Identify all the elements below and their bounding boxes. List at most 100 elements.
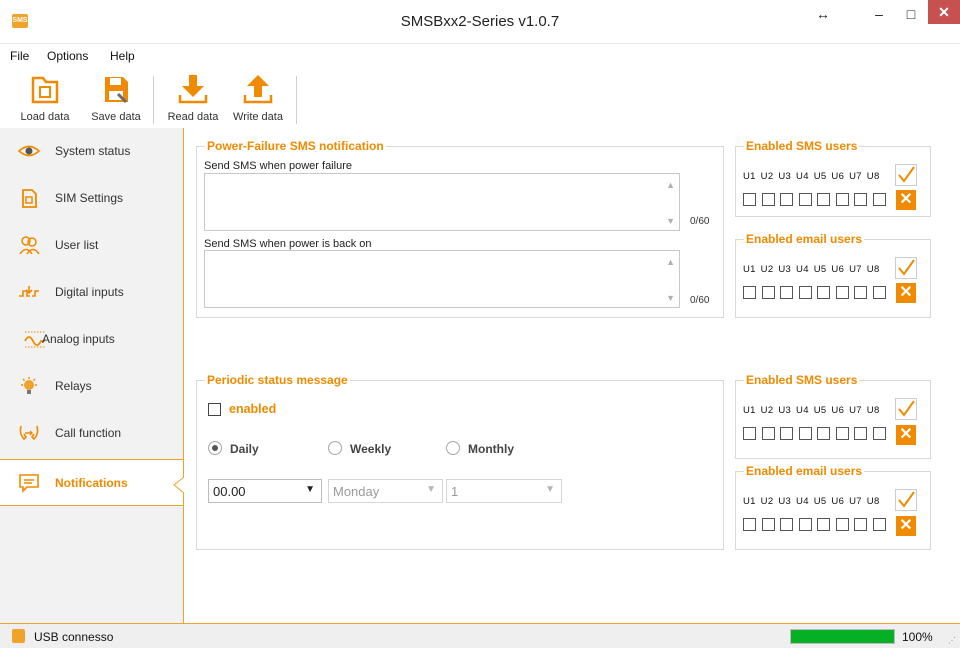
menu-file[interactable]: File [10, 49, 29, 63]
user-checkbox-u7[interactable] [854, 518, 867, 531]
power-back-label: Send SMS when power is back on [204, 238, 372, 250]
user-checkbox-u8[interactable] [872, 193, 886, 206]
user-checkbox-u7[interactable] [854, 427, 867, 440]
time-select[interactable]: 00.00 ▼ [208, 479, 322, 503]
weekday-select-value: Monday [333, 484, 380, 499]
user-checkbox-u3[interactable] [780, 286, 793, 299]
notifications-panel: Power-Failure SMS notification Send SMS … [184, 128, 960, 623]
weekday-select[interactable]: Monday ▼ [328, 479, 443, 503]
menu-bar: File Options Help [0, 44, 960, 68]
clear-all-x-icon[interactable]: ✕ [896, 190, 916, 210]
user-checkbox-u8[interactable] [872, 518, 886, 531]
user-checkbox-u1[interactable] [743, 518, 756, 531]
sidebar-item-sim-settings[interactable]: SIM Settings [0, 175, 183, 222]
user-checkbox-u6[interactable] [835, 427, 849, 440]
select-all-check-icon[interactable] [895, 257, 917, 279]
user-checkbox-u3[interactable] [780, 427, 793, 440]
user-checkbox-u5[interactable] [817, 286, 830, 299]
user-checkbox-u5[interactable] [817, 518, 830, 531]
clear-all-x-icon[interactable]: ✕ [896, 283, 916, 303]
scroll-down-icon[interactable]: ▼ [666, 216, 675, 226]
select-all-check-icon[interactable] [895, 398, 917, 420]
menu-help[interactable]: Help [110, 49, 135, 63]
user-checkbox-u7[interactable] [854, 193, 867, 206]
user-checkbox-u5[interactable] [817, 193, 830, 206]
user-checkbox-u6[interactable] [835, 286, 849, 299]
read-data-label: Read data [167, 111, 219, 123]
user-checkbox-u1[interactable] [743, 193, 756, 206]
connection-status: USB connesso [34, 630, 114, 644]
user-checkbox-u3[interactable] [780, 193, 793, 206]
progress-percent: 100% [902, 630, 933, 644]
maximize-button[interactable]: □ [896, 0, 926, 30]
power-back-message-input[interactable]: ▲ ▼ [204, 250, 680, 308]
power-sms-user-checkboxes [743, 193, 903, 209]
user-columns-header: U1 U2 U3 U4 U5 U6 U7 U8 [743, 171, 880, 182]
sidebar-item-relays[interactable]: Relays [0, 363, 183, 410]
scroll-up-icon[interactable]: ▲ [666, 180, 675, 190]
resize-button[interactable]: ↔ [806, 0, 840, 30]
sidebar-item-notifications[interactable]: Notifications [0, 459, 184, 506]
power-back-textarea[interactable] [205, 251, 679, 307]
periodic-status-legend: Periodic status message [207, 373, 348, 387]
power-fail-textarea[interactable] [205, 174, 679, 230]
monthly-radio-label[interactable]: Monthly [468, 442, 514, 456]
weekly-radio-label[interactable]: Weekly [350, 442, 391, 456]
save-data-button[interactable]: Save data [86, 72, 146, 126]
periodic-email-user-checkboxes [743, 518, 903, 534]
load-data-button[interactable]: Load data [4, 72, 86, 126]
user-columns-header: U1 U2 U3 U4 U5 U6 U7 U8 [743, 264, 880, 275]
user-checkbox-u7[interactable] [854, 286, 867, 299]
call-forward-icon [19, 425, 39, 441]
write-data-button[interactable]: Write data [226, 72, 290, 126]
user-checkbox-u5[interactable] [817, 427, 830, 440]
periodic-enabled-label[interactable]: enabled [229, 402, 276, 416]
user-checkbox-u4[interactable] [798, 427, 812, 440]
select-all-check-icon[interactable] [895, 164, 917, 186]
periodic-enabled-checkbox[interactable] [208, 403, 221, 416]
minimize-button[interactable]: – [862, 0, 896, 30]
user-checkbox-u1[interactable] [743, 427, 756, 440]
resize-grip-icon[interactable]: ⋰ [948, 636, 956, 645]
sidebar: System status SIM Settings User list Dig… [0, 128, 184, 623]
sidebar-item-digital-inputs[interactable]: Digital inputs [0, 269, 183, 316]
sidebar-item-user-list[interactable]: User list [0, 222, 183, 269]
daily-radio[interactable] [208, 441, 222, 455]
select-all-check-icon[interactable] [895, 489, 917, 511]
user-checkbox-u4[interactable] [798, 193, 812, 206]
user-checkbox-u4[interactable] [798, 286, 812, 299]
sms-users-legend: Enabled SMS users [746, 373, 858, 387]
menu-options[interactable]: Options [47, 49, 88, 63]
user-checkbox-u3[interactable] [780, 518, 793, 531]
user-checkbox-u2[interactable] [761, 427, 775, 440]
close-button[interactable]: ✕ [928, 0, 960, 24]
user-checkbox-u8[interactable] [872, 427, 886, 440]
user-checkbox-u2[interactable] [761, 286, 775, 299]
power-fail-message-input[interactable]: ▲ ▼ [204, 173, 680, 231]
user-checkbox-u2[interactable] [761, 518, 775, 531]
user-checkbox-u6[interactable] [835, 518, 849, 531]
read-data-button[interactable]: Read data [162, 72, 224, 126]
digital-input-icon [19, 286, 39, 297]
users-icon [19, 236, 40, 255]
clear-all-x-icon[interactable]: ✕ [896, 425, 916, 445]
user-checkbox-u2[interactable] [761, 193, 775, 206]
month-day-select[interactable]: 1 ▼ [446, 479, 562, 503]
scroll-down-icon[interactable]: ▼ [666, 293, 675, 303]
sidebar-item-system-status[interactable]: System status [0, 128, 183, 175]
user-checkbox-u4[interactable] [798, 518, 812, 531]
monthly-radio[interactable] [446, 441, 460, 455]
power-fail-label: Send SMS when power failure [204, 160, 352, 172]
sms-users-legend: Enabled SMS users [746, 139, 858, 153]
user-checkbox-u6[interactable] [835, 193, 849, 206]
weekly-radio[interactable] [328, 441, 342, 455]
sidebar-item-call-function[interactable]: Call function [0, 410, 183, 457]
user-checkbox-u8[interactable] [872, 286, 886, 299]
scroll-up-icon[interactable]: ▲ [666, 257, 675, 267]
periodic-sms-user-checkboxes [743, 427, 903, 443]
sidebar-item-analog-inputs[interactable]: Analog inputs [0, 316, 183, 363]
save-data-label: Save data [91, 111, 141, 123]
user-checkbox-u1[interactable] [743, 286, 756, 299]
clear-all-x-icon[interactable]: ✕ [896, 516, 916, 536]
daily-radio-label[interactable]: Daily [230, 442, 259, 456]
